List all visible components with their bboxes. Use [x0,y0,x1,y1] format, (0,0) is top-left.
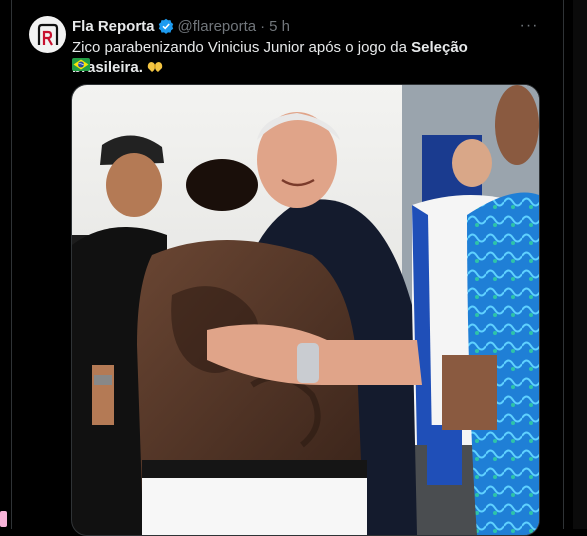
fla-reporta-logo-icon [37,23,58,46]
locker-room-photo [72,85,539,535]
post-header: Fla Reporta @flareporta · 5 h [72,16,557,36]
author-name[interactable]: Fla Reporta [72,18,155,35]
post-timestamp[interactable]: 5 h [269,18,290,35]
author-handle[interactable]: @flareporta [178,18,257,35]
author-avatar[interactable] [29,16,66,53]
post-media-image[interactable] [71,84,540,536]
brazil-flag-emoji-icon [72,58,90,71]
timeline-right-border [563,0,564,529]
separator-dot: · [260,17,266,35]
more-options-icon[interactable]: ··· [519,16,539,36]
verified-badge-icon [158,18,173,34]
post-text-main: Zico parabenizando Vinicius Junior após … [72,39,412,56]
heart-hands-emoji-icon [147,62,163,72]
timeline-left-border [11,0,12,529]
page-scrollbar[interactable] [573,0,587,529]
post-text: Zico parabenizando Vinicius Junior após … [72,38,532,78]
edge-marker [0,511,7,527]
